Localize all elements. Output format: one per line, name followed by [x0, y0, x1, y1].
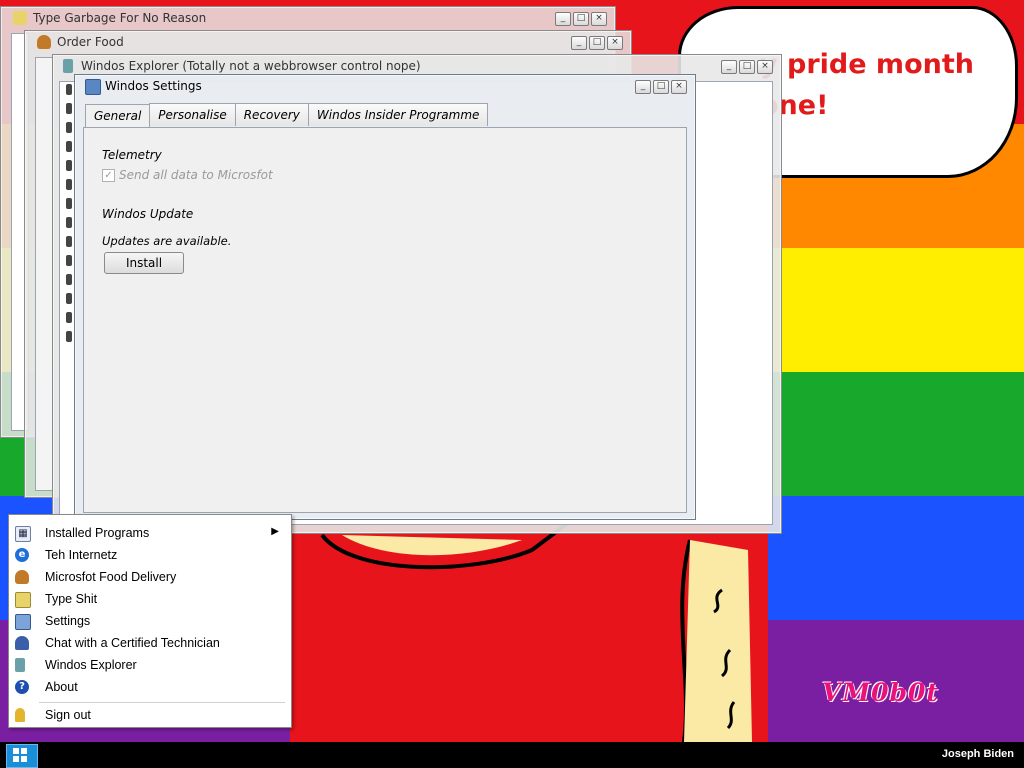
telemetry-checkbox-label: Send all data to Microsfot — [119, 168, 273, 182]
menu-item-internet[interactable]: e Teh Internetz — [9, 544, 289, 566]
close-button[interactable]: × — [591, 12, 607, 26]
update-status-text: Updates are available. — [102, 234, 232, 248]
menu-item-food-delivery[interactable]: Microsfot Food Delivery — [9, 566, 289, 588]
taskbar: Joseph Biden — [0, 742, 1024, 768]
food-panel — [35, 57, 53, 491]
settings-icon — [15, 614, 31, 630]
explorer-item-list — [66, 84, 74, 350]
telemetry-heading: Telemetry — [102, 148, 162, 162]
internet-explorer-icon: e — [15, 548, 29, 562]
install-button[interactable]: Install — [104, 252, 184, 274]
list-item[interactable] — [66, 160, 72, 171]
tab-general[interactable]: General — [85, 104, 151, 128]
list-item[interactable] — [66, 274, 72, 285]
titlebar[interactable]: Order Food _ □ × — [25, 31, 631, 53]
telemetry-checkbox[interactable]: ✓ — [102, 168, 115, 182]
window-title: Windos Settings — [105, 79, 202, 93]
menu-item-type[interactable]: Type Shit — [9, 588, 289, 610]
minimize-button[interactable]: _ — [571, 36, 587, 50]
menu-item-explorer[interactable]: Windos Explorer — [9, 654, 289, 676]
window-title: Order Food — [57, 35, 124, 49]
list-item[interactable] — [66, 84, 72, 95]
key-icon — [15, 708, 25, 722]
list-item[interactable] — [66, 331, 72, 342]
list-item[interactable] — [66, 312, 72, 323]
maximize-button[interactable]: □ — [573, 12, 589, 26]
menu-item-sign-out[interactable]: Sign out — [9, 704, 289, 726]
minimize-button[interactable]: _ — [635, 80, 651, 94]
list-item[interactable] — [66, 122, 72, 133]
minimize-button[interactable]: _ — [555, 12, 571, 26]
notepad-icon — [13, 11, 27, 25]
list-item[interactable] — [66, 293, 72, 304]
burger-icon — [15, 570, 29, 584]
close-button[interactable]: × — [671, 80, 687, 94]
list-item[interactable] — [66, 141, 72, 152]
titlebar[interactable]: Type Garbage For No Reason _ □ × — [1, 7, 615, 29]
list-item[interactable] — [66, 198, 72, 209]
speech-bubble-text: y pride month one! — [760, 49, 974, 121]
explorer-book-icon — [63, 59, 73, 73]
list-item[interactable] — [66, 236, 72, 247]
tab-recovery[interactable]: Recovery — [234, 103, 309, 126]
settings-icon — [85, 79, 101, 95]
window-settings[interactable]: Windos Settings _ □ × General Personalis… — [74, 74, 696, 520]
help-icon: ? — [15, 680, 29, 694]
list-item[interactable] — [66, 255, 72, 266]
burger-icon — [37, 35, 51, 49]
maximize-button[interactable]: □ — [653, 80, 669, 94]
menu-separator — [39, 702, 285, 703]
window-title: Windos Explorer (Totally not a webbrowse… — [81, 59, 421, 73]
explorer-book-icon — [15, 658, 25, 672]
titlebar[interactable]: Windos Settings _ □ × — [75, 75, 695, 97]
watermark-logo: VM0b0t — [822, 678, 939, 707]
menu-item-technician-chat[interactable]: Chat with a Certified Technician — [9, 632, 289, 654]
tab-insider-programme[interactable]: Windos Insider Programme — [307, 103, 489, 126]
notepad-icon — [15, 592, 31, 608]
settings-tab-strip: General Personalise Recovery Windos Insi… — [85, 103, 489, 128]
close-button[interactable]: × — [757, 60, 773, 74]
list-item[interactable] — [66, 179, 72, 190]
telemetry-option: ✓ Send all data to Microsfot — [102, 168, 273, 182]
window-title: Type Garbage For No Reason — [33, 11, 207, 25]
windows-update-heading: Windos Update — [102, 207, 194, 221]
general-tab-panel: Telemetry ✓ Send all data to Microsfot W… — [83, 127, 687, 513]
menu-item-about[interactable]: ? About — [9, 676, 289, 698]
programs-grid-icon: ▦ — [15, 526, 31, 542]
tray-username[interactable]: Joseph Biden — [942, 748, 1014, 760]
minimize-button[interactable]: _ — [721, 60, 737, 74]
close-button[interactable]: × — [607, 36, 623, 50]
menu-item-settings[interactable]: Settings — [9, 610, 289, 632]
start-button[interactable] — [6, 744, 38, 768]
start-menu: ▦ Installed Programs ▶ e Teh Internetz M… — [8, 514, 292, 728]
submenu-arrow-icon: ▶ — [271, 526, 279, 537]
list-item[interactable] — [66, 217, 72, 228]
maximize-button[interactable]: □ — [739, 60, 755, 74]
tab-personalise[interactable]: Personalise — [149, 103, 236, 126]
list-item[interactable] — [66, 103, 72, 114]
maximize-button[interactable]: □ — [589, 36, 605, 50]
technician-icon — [15, 636, 29, 650]
menu-item-installed-programs[interactable]: ▦ Installed Programs ▶ — [9, 522, 289, 544]
